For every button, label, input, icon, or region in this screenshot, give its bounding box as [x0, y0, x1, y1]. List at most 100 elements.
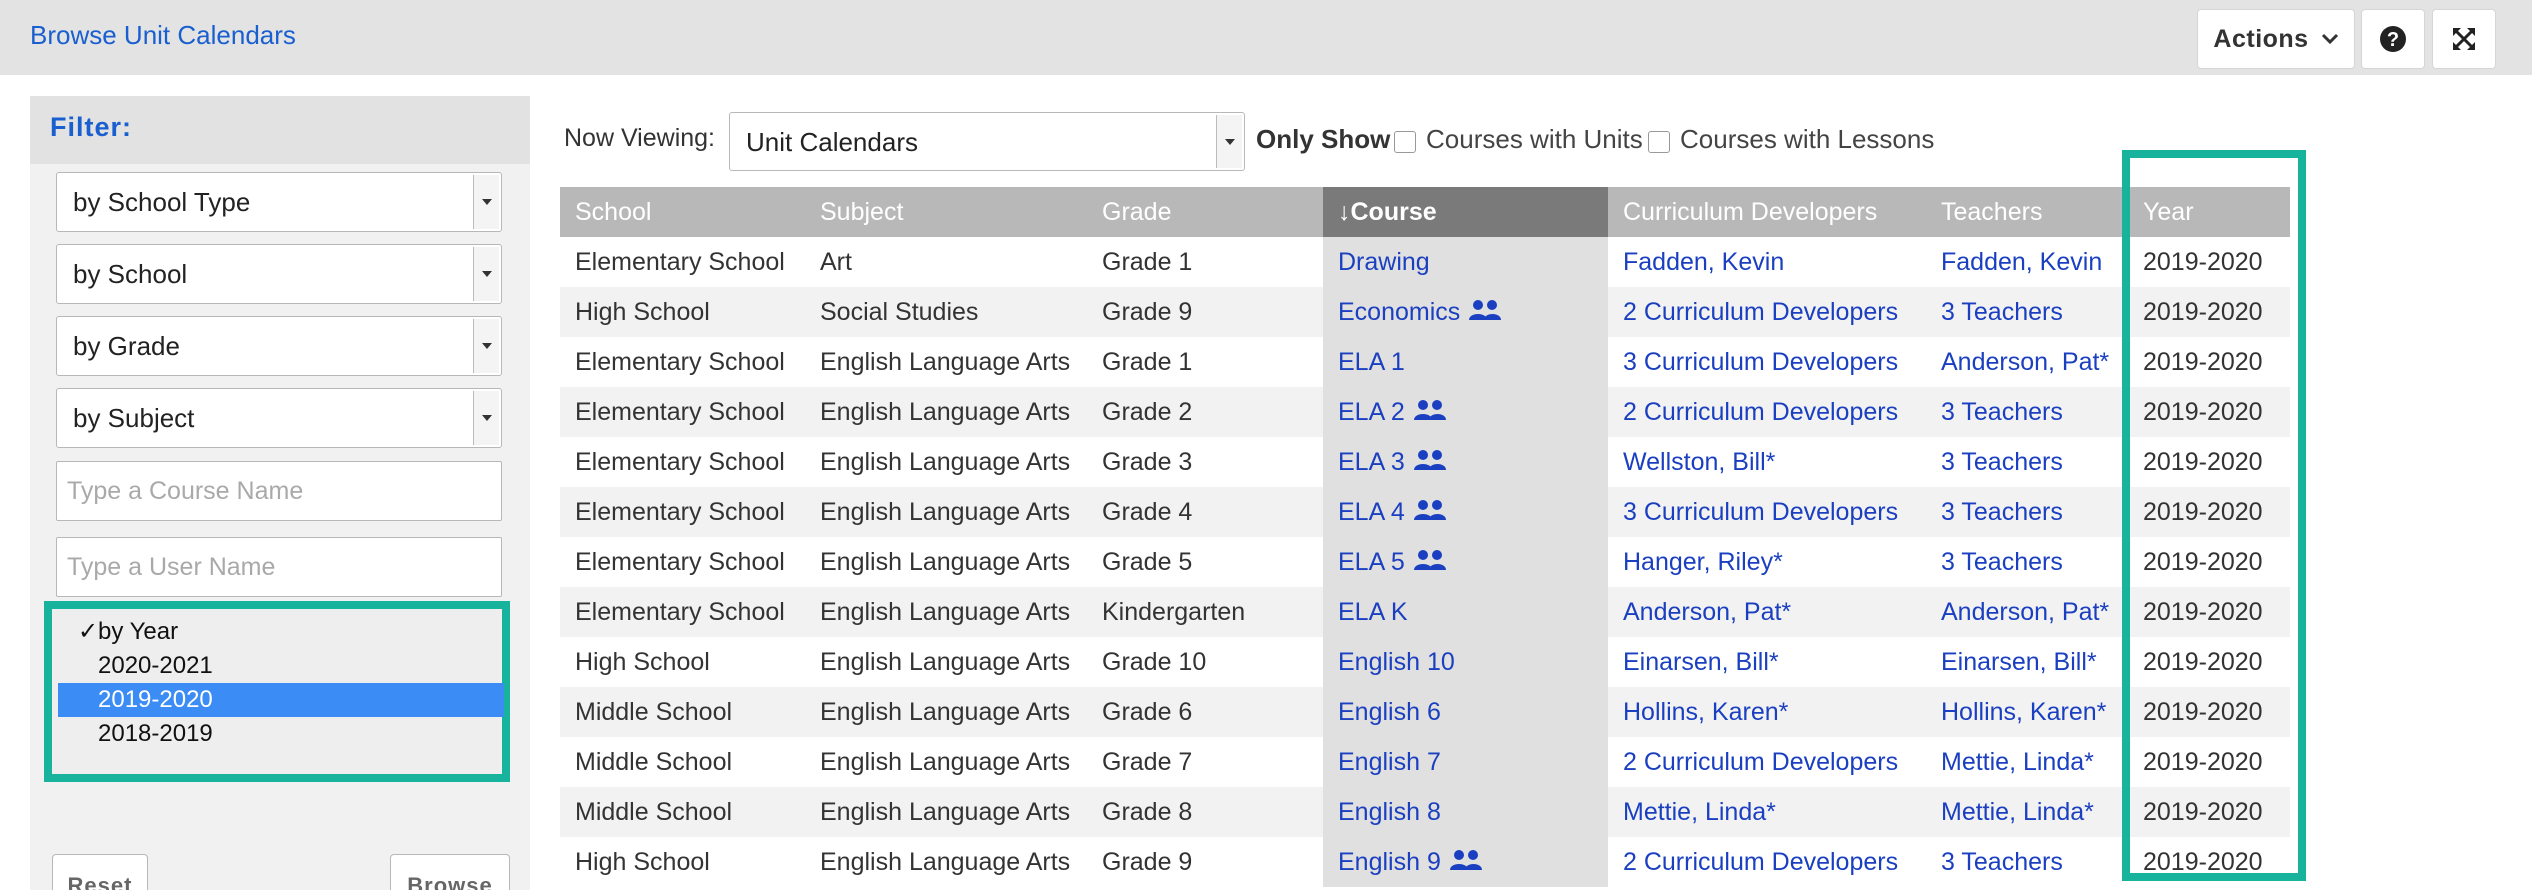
course-link[interactable]: Drawing	[1323, 237, 1608, 287]
curriculum-developers-link[interactable]: 3 Curriculum Developers	[1608, 487, 1926, 537]
fullscreen-button[interactable]	[2432, 9, 2496, 69]
table-row[interactable]: High School English Language Arts Grade 10…	[560, 637, 2290, 687]
table-row[interactable]: High School Social Studies Grade 9 Economic…	[560, 287, 2290, 337]
course-link[interactable]: ELA 4	[1323, 487, 1608, 537]
user-name-input[interactable]	[56, 537, 502, 597]
cell-school: Elementary School	[560, 537, 805, 587]
grade-select[interactable]: by Grade	[56, 316, 502, 376]
teachers-link[interactable]: Einarsen, Bill*	[1926, 637, 2118, 687]
table-row[interactable]: Elementary School English Language Arts Ki…	[560, 587, 2290, 637]
browse-button[interactable]: Browse	[390, 854, 510, 890]
help-button[interactable]: ?	[2361, 9, 2425, 69]
course-link[interactable]: ELA 5	[1323, 537, 1608, 587]
teachers-link[interactable]: 3 Teachers	[1926, 537, 2118, 587]
curriculum-developers-link[interactable]: Anderson, Pat*	[1608, 587, 1926, 637]
year-option[interactable]: 2020-2021	[58, 649, 504, 683]
curriculum-developers-link[interactable]: Mettie, Linda*	[1608, 787, 1926, 837]
curriculum-developers-link[interactable]: Hanger, Riley*	[1608, 537, 1926, 587]
curriculum-developers-link[interactable]: 2 Curriculum Developers	[1608, 387, 1926, 437]
course-link-text: English 10	[1338, 648, 1455, 676]
course-link[interactable]: ELA 2	[1323, 387, 1608, 437]
courses-with-units-checkbox[interactable]	[1394, 131, 1416, 153]
column-header-curriculum-developers[interactable]: Curriculum Developers	[1608, 187, 1926, 237]
teachers-link[interactable]: 3 Teachers	[1926, 387, 2118, 437]
curriculum-developers-link[interactable]: Einarsen, Bill*	[1608, 637, 1926, 687]
teachers-link[interactable]: 3 Teachers	[1926, 837, 2118, 887]
courses-with-lessons-checkbox[interactable]	[1648, 131, 1670, 153]
school-type-select[interactable]: by School Type	[56, 172, 502, 232]
curriculum-developers-link-text: 3 Curriculum Developers	[1623, 348, 1899, 376]
teachers-link-text: 3 Teachers	[1941, 848, 2063, 876]
table-row[interactable]: Elementary School English Language Arts Gr…	[560, 337, 2290, 387]
teachers-link[interactable]: 3 Teachers	[1926, 437, 2118, 487]
course-name-input[interactable]	[56, 461, 502, 521]
course-link[interactable]: English 6	[1323, 687, 1608, 737]
course-link[interactable]: English 10	[1323, 637, 1608, 687]
table-row[interactable]: High School English Language Arts Grade 9 E…	[560, 837, 2290, 887]
column-header-school[interactable]: School	[560, 187, 805, 237]
teachers-link-text: 3 Teachers	[1941, 548, 2063, 576]
cell-school-text: Elementary School	[575, 248, 785, 276]
course-link[interactable]: English 7	[1323, 737, 1608, 787]
table-row[interactable]: Elementary School English Language Arts Gr…	[560, 537, 2290, 587]
cell-year-text: 2019-2020	[2143, 548, 2263, 576]
actions-button[interactable]: Actions	[2197, 9, 2355, 69]
table-row[interactable]: Elementary School English Language Arts Gr…	[560, 487, 2290, 537]
course-link[interactable]: ELA K	[1323, 587, 1608, 637]
course-link[interactable]: Economics	[1323, 287, 1608, 337]
teachers-link[interactable]: Anderson, Pat*	[1926, 337, 2118, 387]
teachers-link[interactable]: 3 Teachers	[1926, 487, 2118, 537]
school-type-select-value: by School Type	[73, 187, 251, 217]
teachers-link[interactable]: Mettie, Linda*	[1926, 737, 2118, 787]
course-link[interactable]: English 9	[1323, 837, 1608, 887]
column-header-subject[interactable]: Subject	[805, 187, 1087, 237]
curriculum-developers-link-text: Mettie, Linda*	[1623, 798, 1776, 826]
cell-year-text: 2019-2020	[2143, 448, 2263, 476]
curriculum-developers-link[interactable]: 2 Curriculum Developers	[1608, 737, 1926, 787]
year-option-label: 2018-2019	[98, 720, 213, 747]
curriculum-developers-link[interactable]: Fadden, Kevin	[1608, 237, 1926, 287]
column-header-course[interactable]: ↓Course	[1323, 187, 1608, 237]
cell-subject: English Language Arts	[805, 487, 1087, 537]
teachers-link[interactable]: Fadden, Kevin	[1926, 237, 2118, 287]
curriculum-developers-link[interactable]: Wellston, Bill*	[1608, 437, 1926, 487]
group-icon	[1413, 550, 1446, 571]
subject-select[interactable]: by Subject	[56, 388, 502, 448]
table-row[interactable]: Middle School English Language Arts Grade …	[560, 687, 2290, 737]
table-row[interactable]: Elementary School English Language Arts Gr…	[560, 387, 2290, 437]
curriculum-developers-link[interactable]: 2 Curriculum Developers	[1608, 287, 1926, 337]
cell-subject: English Language Arts	[805, 687, 1087, 737]
curriculum-developers-link[interactable]: Hollins, Karen*	[1608, 687, 1926, 737]
course-link[interactable]: ELA 3	[1323, 437, 1608, 487]
help-icon: ?	[2380, 26, 2406, 52]
table-row[interactable]: Elementary School Art Grade 1 Drawing Fadden…	[560, 237, 2290, 287]
school-select[interactable]: by School	[56, 244, 502, 304]
cell-subject-text: English Language Arts	[820, 448, 1071, 476]
cell-school: Elementary School	[560, 387, 805, 437]
cell-year: 2019-2020	[2128, 787, 2290, 837]
teachers-link[interactable]: 3 Teachers	[1926, 287, 2118, 337]
breadcrumb[interactable]: Browse Unit Calendars	[30, 20, 296, 51]
now-viewing-select[interactable]: Unit Calendars	[729, 112, 1245, 171]
column-header-teachers[interactable]: Teachers	[1926, 187, 2118, 237]
year-option[interactable]: 2018-2019	[58, 717, 504, 751]
teachers-link[interactable]: Hollins, Karen*	[1926, 687, 2118, 737]
teachers-link[interactable]: Anderson, Pat*	[1926, 587, 2118, 637]
year-option[interactable]: 2019-2020	[58, 683, 504, 717]
reset-button[interactable]: Reset	[52, 854, 148, 890]
course-link[interactable]: ELA 1	[1323, 337, 1608, 387]
cell-grade-text: Grade 9	[1102, 298, 1193, 326]
teachers-link[interactable]: Mettie, Linda*	[1926, 787, 2118, 837]
column-header-year[interactable]: Year	[2128, 187, 2290, 237]
table-row[interactable]: Elementary School English Language Arts Gr…	[560, 437, 2290, 487]
table-row[interactable]: Middle School English Language Arts Grade …	[560, 737, 2290, 787]
table-row[interactable]: Middle School English Language Arts Grade …	[560, 787, 2290, 837]
column-header-grade[interactable]: Grade	[1087, 187, 1314, 237]
cell-grade-text: Grade 10	[1102, 648, 1207, 676]
course-link[interactable]: English 8	[1323, 787, 1608, 837]
curriculum-developers-link[interactable]: 3 Curriculum Developers	[1608, 337, 1926, 387]
curriculum-developers-link[interactable]: 2 Curriculum Developers	[1608, 837, 1926, 887]
year-option[interactable]: ✓ by Year	[58, 615, 504, 649]
teachers-link-text: Mettie, Linda*	[1941, 748, 2094, 776]
year-dropdown[interactable]: ✓ by Year 2020-2021 2019-2020 2018-2019	[44, 601, 510, 782]
